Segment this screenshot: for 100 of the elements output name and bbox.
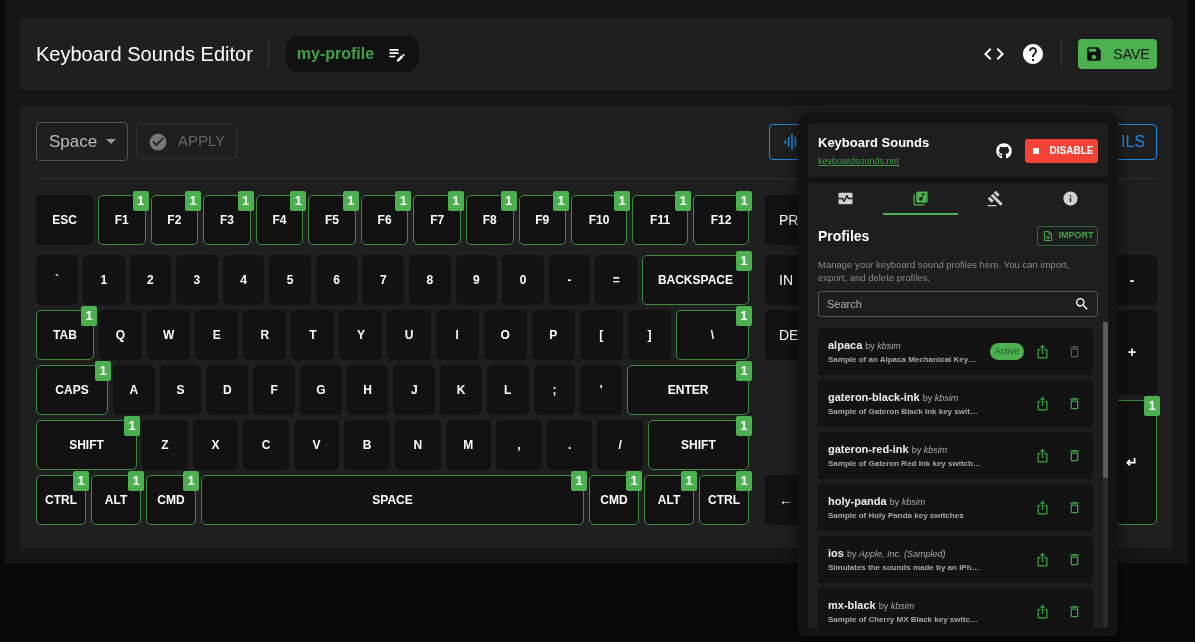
app-title: Keyboard Sounds Editor — [36, 42, 253, 67]
keyboard-key[interactable]: G — [299, 365, 342, 415]
keyboard-key[interactable]: [ — [579, 310, 623, 360]
keyboard-key[interactable]: 6 — [315, 255, 358, 305]
delete-button[interactable] — [1067, 499, 1082, 516]
save-button[interactable]: SAVE — [1078, 39, 1157, 69]
keyboard-key[interactable]: = — [595, 255, 637, 305]
search-field[interactable]: Search — [818, 291, 1098, 317]
profile-name: gateron-black-ink — [828, 390, 920, 404]
keyboard-key[interactable]: B — [344, 420, 390, 470]
profile-item[interactable]: ios by Apple, Inc. (Sampled) Simulates the sounds made by an iPh… — [818, 536, 1093, 583]
profile-item[interactable]: alpaca by kbsim Sample of an Alpaca Mechanical Key… Active — [818, 328, 1093, 375]
profile-name: mx-black — [828, 598, 876, 612]
keyboard-key[interactable]: - — [548, 255, 591, 305]
profile-author: by kbsim — [922, 391, 959, 405]
count-badge: 1 — [1144, 396, 1160, 416]
profile-author: by kbsim — [865, 339, 901, 353]
delete-button[interactable] — [1067, 603, 1082, 620]
keyboard-key[interactable]: Q — [99, 310, 143, 360]
export-button[interactable] — [1035, 499, 1050, 516]
scrollbar-thumb[interactable] — [1103, 322, 1108, 478]
keyboard-key[interactable]: ] — [627, 310, 671, 360]
keyboard-key[interactable]: 7 — [362, 255, 405, 305]
keyboard-key[interactable]: W — [147, 310, 191, 360]
export-button[interactable] — [1035, 551, 1050, 568]
keyboard-key[interactable]: J — [393, 365, 436, 415]
count-badge: 1 — [735, 416, 752, 436]
count-badge: 1 — [95, 361, 111, 381]
keyboard-key[interactable]: 5 — [269, 255, 311, 305]
export-button[interactable] — [1035, 395, 1050, 412]
keyboard-key[interactable]: A — [113, 365, 155, 415]
count-badge: 1 — [736, 471, 752, 491]
profile-button[interactable]: my-profile — [285, 36, 420, 72]
info-icon — [1062, 189, 1079, 207]
keyboard-key[interactable]: I — [435, 310, 479, 360]
count-badge: 1 — [553, 191, 570, 211]
trash-icon — [1067, 603, 1082, 620]
count-badge: 1 — [237, 191, 254, 211]
keyboard-key[interactable]: . — [546, 420, 593, 470]
keyboard-key[interactable]: N — [394, 420, 441, 470]
keyboard-key[interactable]: P — [531, 310, 575, 360]
count-badge: 1 — [185, 191, 202, 211]
delete-button[interactable] — [1067, 447, 1082, 464]
delete-button[interactable] — [1067, 395, 1082, 412]
keyboard-key[interactable]: C — [243, 420, 289, 470]
keyboard-key[interactable]: V — [293, 420, 340, 470]
count-badge: 1 — [342, 191, 359, 211]
keyboard-key[interactable]: Y — [339, 310, 383, 360]
website-link[interactable]: keyboardsounds.net — [818, 154, 930, 168]
scrollbar-track[interactable] — [1103, 322, 1108, 628]
keyboard-key[interactable]: S — [159, 365, 202, 415]
keyboard-key[interactable]: O — [483, 310, 527, 360]
profile-item[interactable]: gateron-black-ink by kbsim Sample of Gateron Black Ink key swit… — [818, 380, 1093, 427]
keyboard-key[interactable]: 2 — [129, 255, 172, 305]
keyboard-key[interactable]: 8 — [409, 255, 451, 305]
keyboard-key[interactable]: 3 — [176, 255, 218, 305]
key-select[interactable]: Space — [36, 122, 128, 161]
trash-icon — [1067, 447, 1082, 464]
keyboard-key[interactable]: ' — [580, 365, 623, 415]
save-icon — [1085, 45, 1104, 63]
keyboard-key[interactable]: F — [253, 365, 295, 415]
keyboard-key[interactable]: 0 — [502, 255, 544, 305]
keyboard-key[interactable]: R — [243, 310, 287, 360]
delete-button[interactable] — [1067, 551, 1082, 568]
export-button[interactable] — [1035, 603, 1050, 620]
keyboard-key[interactable]: K — [440, 365, 482, 415]
import-button[interactable]: IMPORT — [1037, 226, 1098, 246]
trash-icon — [1067, 395, 1082, 412]
keyboard-key[interactable]: T — [291, 310, 335, 360]
profile-name: alpaca — [828, 338, 863, 352]
keyboard-key[interactable]: E — [195, 310, 239, 360]
profile-author: by kbsim — [911, 443, 948, 457]
help-button[interactable] — [1021, 42, 1045, 66]
export-button[interactable] — [1035, 343, 1050, 360]
github-button[interactable] — [995, 142, 1012, 159]
profile-item[interactable]: mx-black by kbsim Sample of Cherry MX Black key switc… — [818, 588, 1093, 628]
keyboard-key[interactable]: , — [496, 420, 542, 470]
keyboard-key[interactable]: L — [486, 365, 529, 415]
keyboard-key[interactable]: 9 — [455, 255, 498, 305]
keyboard-key[interactable]: H — [346, 365, 389, 415]
disable-button[interactable]: DISABLE — [1025, 138, 1098, 163]
keyboard-key[interactable]: / — [597, 420, 643, 470]
keyboard-key[interactable]: ` — [36, 255, 78, 305]
export-button[interactable] — [1035, 447, 1050, 464]
keyboard-key[interactable]: Z — [142, 420, 188, 470]
share-icon — [1035, 551, 1050, 568]
keyboard-key[interactable]: X — [192, 420, 239, 470]
profile-description: Sample of Holy Panda key switches — [828, 510, 964, 521]
keyboard-key[interactable]: D — [206, 365, 249, 415]
keyboard-key[interactable]: ESC — [36, 195, 93, 245]
count-badge: 1 — [626, 471, 642, 491]
keyboard-key[interactable]: M — [445, 420, 492, 470]
profile-item[interactable]: holy-panda by kbsim Sample of Holy Panda key switches — [818, 484, 1093, 531]
keyboard-key[interactable]: 4 — [222, 255, 265, 305]
profile-author: by Apple, Inc. (Sampled) — [846, 547, 946, 561]
count-badge: 1 — [736, 361, 753, 381]
keyboard-key[interactable]: ; — [533, 365, 576, 415]
keyboard-key[interactable]: 1 — [83, 255, 125, 305]
profile-item[interactable]: gateron-red-ink by kbsim Sample of Gateron Red Ink key switch… — [818, 432, 1093, 479]
keyboard-key[interactable]: U — [387, 310, 431, 360]
